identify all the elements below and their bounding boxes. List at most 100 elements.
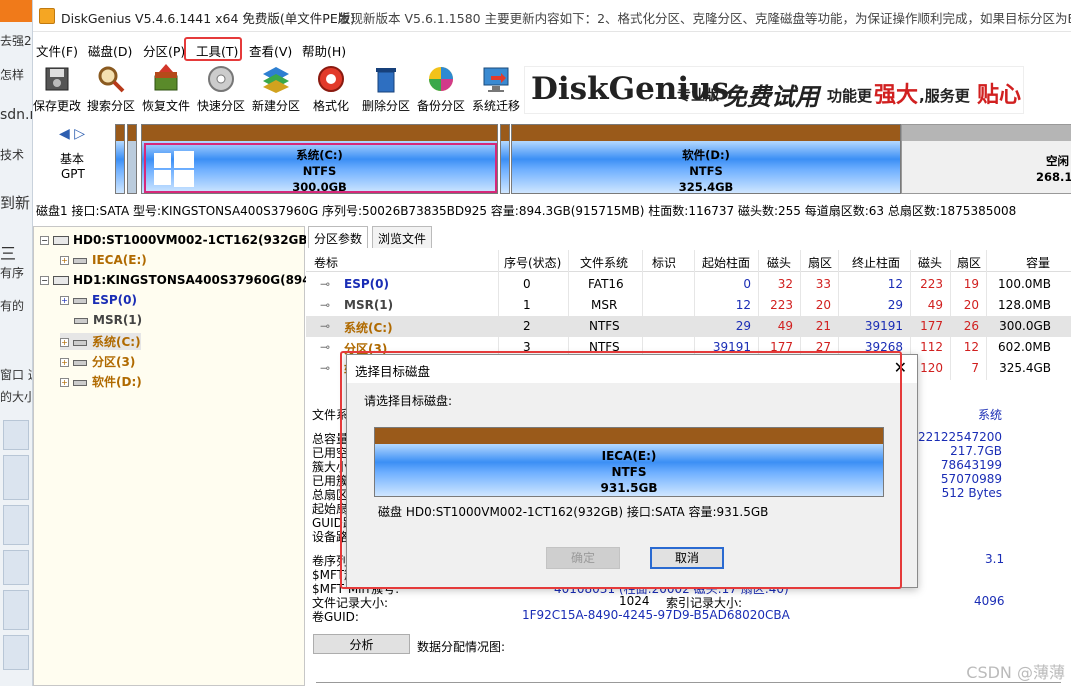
tree-partition-d[interactable]: + 软件(D:) [60, 373, 142, 390]
tree-label: 系统(C:) [92, 335, 141, 349]
highlight-dialog [340, 351, 902, 589]
side-fragment: 去强2 [0, 34, 32, 48]
detail-value: 1F92C15A-8490-4245-97D9-B5AD68020CBA [522, 608, 790, 622]
detail-value: 217.7GB [950, 444, 1002, 458]
column-header: 卷标 [314, 256, 339, 270]
cell: FAT16 [588, 277, 624, 291]
table-row[interactable]: ⊸ MSR(1) 1 MSR 12 223 20 29 49 20 128.0M… [306, 295, 1071, 316]
tree-partition-c[interactable]: + 系统(C:) [60, 333, 141, 350]
menu-help[interactable]: 帮助(H) [302, 41, 346, 60]
cell: 21 [815, 319, 831, 333]
cell: 0 [743, 277, 751, 291]
collapse-icon[interactable]: − [40, 276, 49, 285]
delete-partition-button[interactable]: 删除分区 [360, 64, 412, 114]
search-partition-button[interactable]: 搜索分区 [85, 64, 137, 114]
side-fragment: 有的 [0, 299, 25, 313]
row-disk-icon: ⊸ [320, 340, 331, 354]
detail-value: 1024 [619, 594, 650, 608]
tree-label: HD1:KINGSTONSA400S37960G(894GB) [73, 273, 336, 287]
update-notice[interactable]: 发现新版本 V5.6.1.1580 主要更新内容如下：2、格式化分区、克隆分区、… [338, 8, 1071, 27]
detail-value: 57070989 [940, 472, 1002, 486]
tree-partition-e[interactable]: + IECA(E:) [60, 253, 147, 267]
tree-partition-3[interactable]: + 分区(3) [60, 353, 135, 370]
thumbnail [3, 505, 29, 545]
analyze-button[interactable]: 分析 [313, 634, 410, 654]
system-migrate-button[interactable]: 系统迁移 [470, 64, 522, 114]
menu-file[interactable]: 文件(F) [36, 41, 78, 60]
tree-partition-esp[interactable]: + ESP(0) [60, 293, 137, 307]
app-icon [39, 8, 55, 24]
cell: 29 [887, 298, 903, 312]
side-fragment: 怎样 [0, 68, 25, 82]
partition-icon [73, 297, 87, 304]
table-row[interactable]: ⊸ ESP(0) 0 FAT16 0 32 33 12 223 19 100.0… [306, 274, 1071, 295]
expand-icon[interactable]: + [60, 296, 69, 305]
disk-info-line: 磁盘1 接口:SATA 型号:KINGSTONSA400S37960G 序列号:… [36, 204, 1017, 218]
detail-value: 4096 [974, 594, 1005, 608]
disk-nav-arrows[interactable]: ◀ ▷ [59, 126, 85, 142]
thumbnail [3, 420, 29, 450]
expand-icon[interactable]: + [60, 378, 69, 387]
partition-block-c[interactable]: 系统(C:) NTFS 300.0GB [141, 124, 498, 194]
migrate-icon [483, 67, 509, 92]
tree-disk-hd0[interactable]: − HD0:ST1000VM002-1CT162(932GB) [40, 233, 313, 247]
tree-partition-msr[interactable]: MSR(1) [74, 313, 142, 327]
menu-view[interactable]: 查看(V) [249, 41, 292, 60]
hdd-icon [53, 236, 69, 245]
highlight-tools-menu [184, 37, 242, 61]
promo-banner[interactable]: DiskGenius 专业版 免费试用 功能更 强大 ,服务更 贴心 [524, 66, 1024, 114]
format-button[interactable]: 格式化 [305, 64, 357, 114]
column-header: 标识 [652, 256, 677, 270]
backup-partition-button[interactable]: 备份分区 [415, 64, 467, 114]
expand-icon[interactable]: + [60, 256, 69, 265]
background-app-icon [0, 0, 32, 22]
quick-partition-button[interactable]: 快速分区 [195, 64, 247, 114]
cell: 2 [523, 319, 531, 333]
free-space-block[interactable]: 空闲 268.1G [901, 124, 1071, 194]
partition-block-d[interactable]: 软件(D:) NTFS 325.4GB [511, 124, 901, 194]
restore-icon [154, 64, 178, 91]
background-window-strip: 去强2 怎样 sdn.n 技术 到新 三 有序 有的 窗口 这 的大小 [0, 0, 33, 686]
table-row-selected[interactable]: ⊸ 系统(C:) 2 NTFS 29 49 21 39191 177 26 30… [306, 316, 1071, 337]
partition-label: 系统(C:) NTFS 300.0GB [142, 147, 497, 195]
restore-files-button[interactable]: 恢复文件 [140, 64, 192, 114]
row-disk-icon: ⊸ [320, 298, 331, 312]
partition-block-msr[interactable] [127, 124, 137, 194]
partition-block-esp[interactable] [115, 124, 125, 194]
cell: 7 [971, 361, 979, 375]
partition-icon [73, 359, 87, 366]
cell: 49 [777, 319, 793, 333]
partition-name: 软件(D:) [682, 148, 730, 162]
banner-slogan: 免费试用 [723, 83, 819, 111]
tree-label: 软件(D:) [92, 375, 142, 389]
menu-disk[interactable]: 磁盘(D) [88, 41, 132, 60]
new-partition-icon [263, 67, 289, 93]
cell: 0 [523, 277, 531, 291]
tree-disk-hd1[interactable]: − HD1:KINGSTONSA400S37960G(894GB) [40, 273, 335, 287]
search-icon [98, 66, 125, 93]
column-header: 文件系统 [580, 256, 629, 270]
partition-fs: NTFS [689, 164, 723, 178]
banner-slogan: ,服务更 [919, 87, 970, 105]
toolbar-label: 新建分区 [251, 99, 300, 113]
cell: 32 [777, 277, 793, 291]
cell: 39191 [864, 319, 903, 333]
cell: 29 [735, 319, 751, 333]
save-changes-button[interactable]: 保存更改 [31, 64, 83, 114]
expand-icon[interactable]: + [60, 338, 69, 347]
cell: 112 [920, 340, 943, 354]
partition-name: 空闲 [1046, 154, 1069, 168]
side-fragment: 三 [0, 244, 17, 263]
collapse-icon[interactable]: − [40, 236, 49, 245]
partition-block-3[interactable] [500, 124, 510, 194]
tab-browse-files[interactable]: 浏览文件 [372, 226, 433, 248]
new-partition-button[interactable]: 新建分区 [250, 64, 302, 114]
cell: 602.0MB [998, 340, 1051, 354]
menu-partition[interactable]: 分区(P) [143, 41, 185, 60]
expand-icon[interactable]: + [60, 358, 69, 367]
side-fragment: 技术 [0, 148, 25, 162]
banner-slogan: 功能更 [827, 87, 873, 105]
table-header: 卷标 序号(状态) 文件系统 标识 起始柱面 磁头 扇区 终止柱面 磁头 扇区 … [306, 250, 1071, 272]
tab-partition-params[interactable]: 分区参数 [308, 226, 369, 248]
window-title: DiskGenius V5.4.6.1441 x64 免费版(单文件PE版) [61, 11, 356, 26]
